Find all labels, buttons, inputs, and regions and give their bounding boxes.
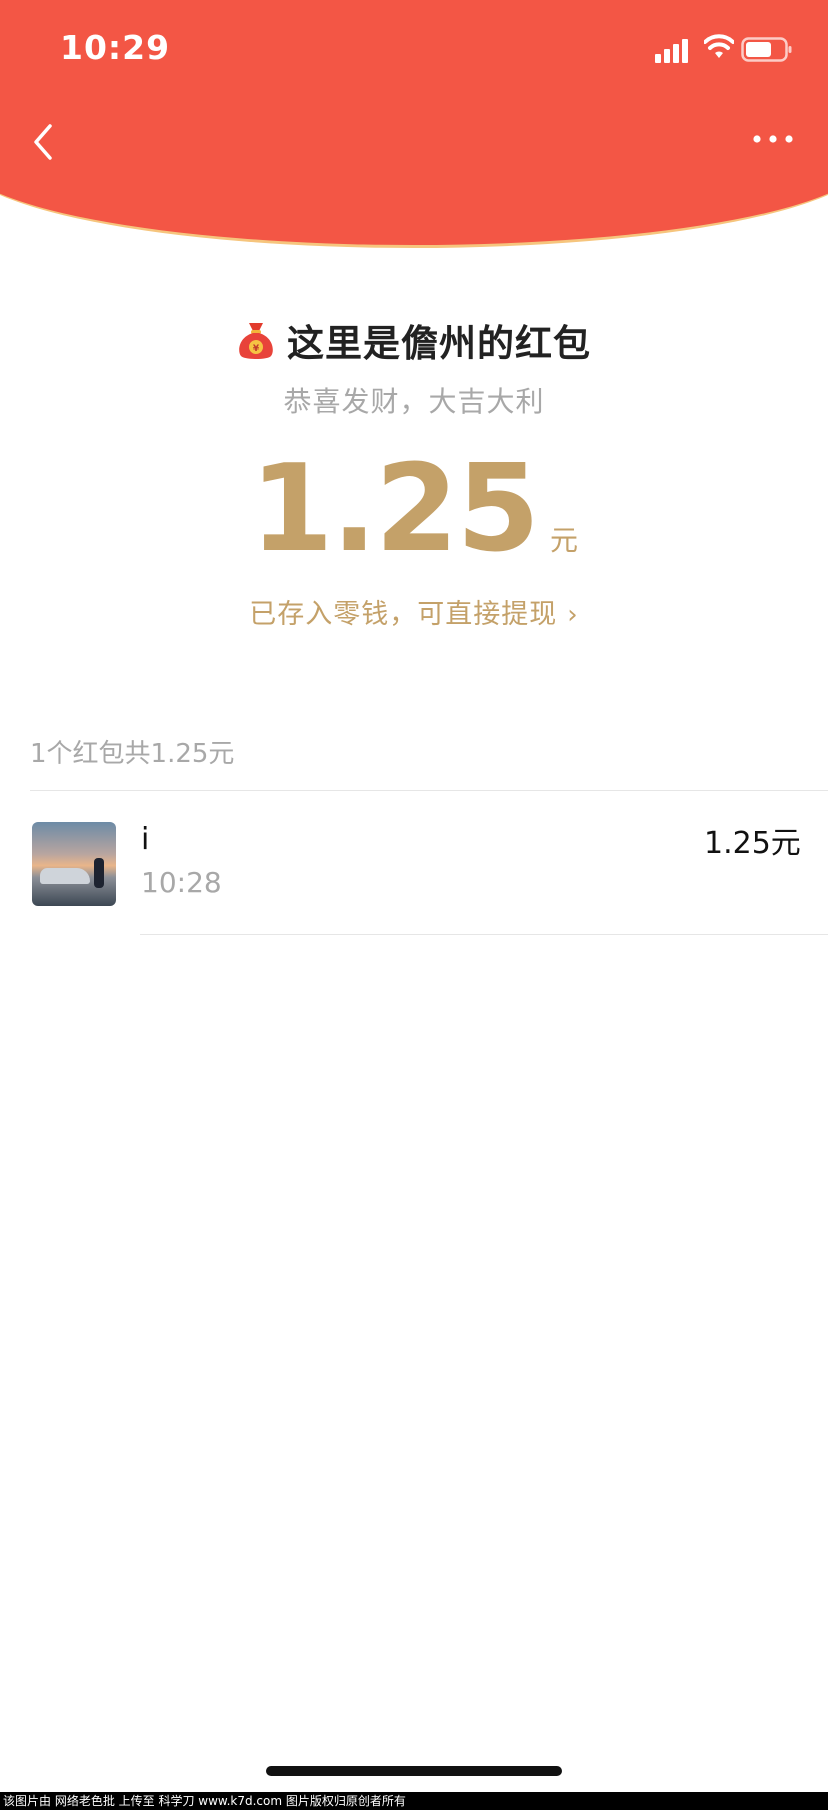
packet-amount: 1.25 元 — [0, 450, 828, 570]
record-name: i — [141, 822, 150, 857]
money-bag-icon: ¥ — [239, 323, 273, 359]
svg-text:¥: ¥ — [253, 344, 260, 354]
withdraw-text: 已存入零钱，可直接提现 — [249, 599, 558, 630]
wifi-icon — [704, 34, 734, 58]
packet-title: 这里是儋州的红包 — [287, 322, 591, 365]
chevron-left-icon[interactable] — [30, 120, 60, 164]
packet-subtitle: 恭喜发财，大吉大利 — [283, 385, 545, 418]
avatar[interactable] — [32, 822, 116, 906]
chevron-right-icon: › — [567, 600, 579, 630]
avatar-person-shape — [94, 858, 104, 888]
withdraw-link[interactable]: 已存入零钱，可直接提现 › — [0, 592, 828, 631]
record-amount: 1.25元 — [704, 826, 801, 861]
packet-title-row: ¥ 这里是儋州的红包 — [0, 310, 828, 370]
divider — [30, 790, 828, 791]
home-indicator[interactable] — [266, 1766, 562, 1776]
amount-unit: 元 — [550, 524, 579, 557]
battery-icon — [741, 37, 792, 62]
divider — [140, 934, 828, 935]
amount-value: 1.25 — [249, 440, 540, 579]
watermark: 该图片由 网络老色批 上传至 科学刀 www.k7d.com 图片版权归原创者所… — [0, 1792, 828, 1810]
status-time: 10:29 — [60, 28, 171, 67]
cellular-signal-icon — [655, 37, 690, 63]
avatar-car-shape — [40, 868, 90, 884]
record-time: 10:28 — [141, 866, 222, 899]
packet-summary: 1个红包共1.25元 — [30, 739, 235, 769]
more-dots-icon[interactable] — [752, 134, 794, 144]
